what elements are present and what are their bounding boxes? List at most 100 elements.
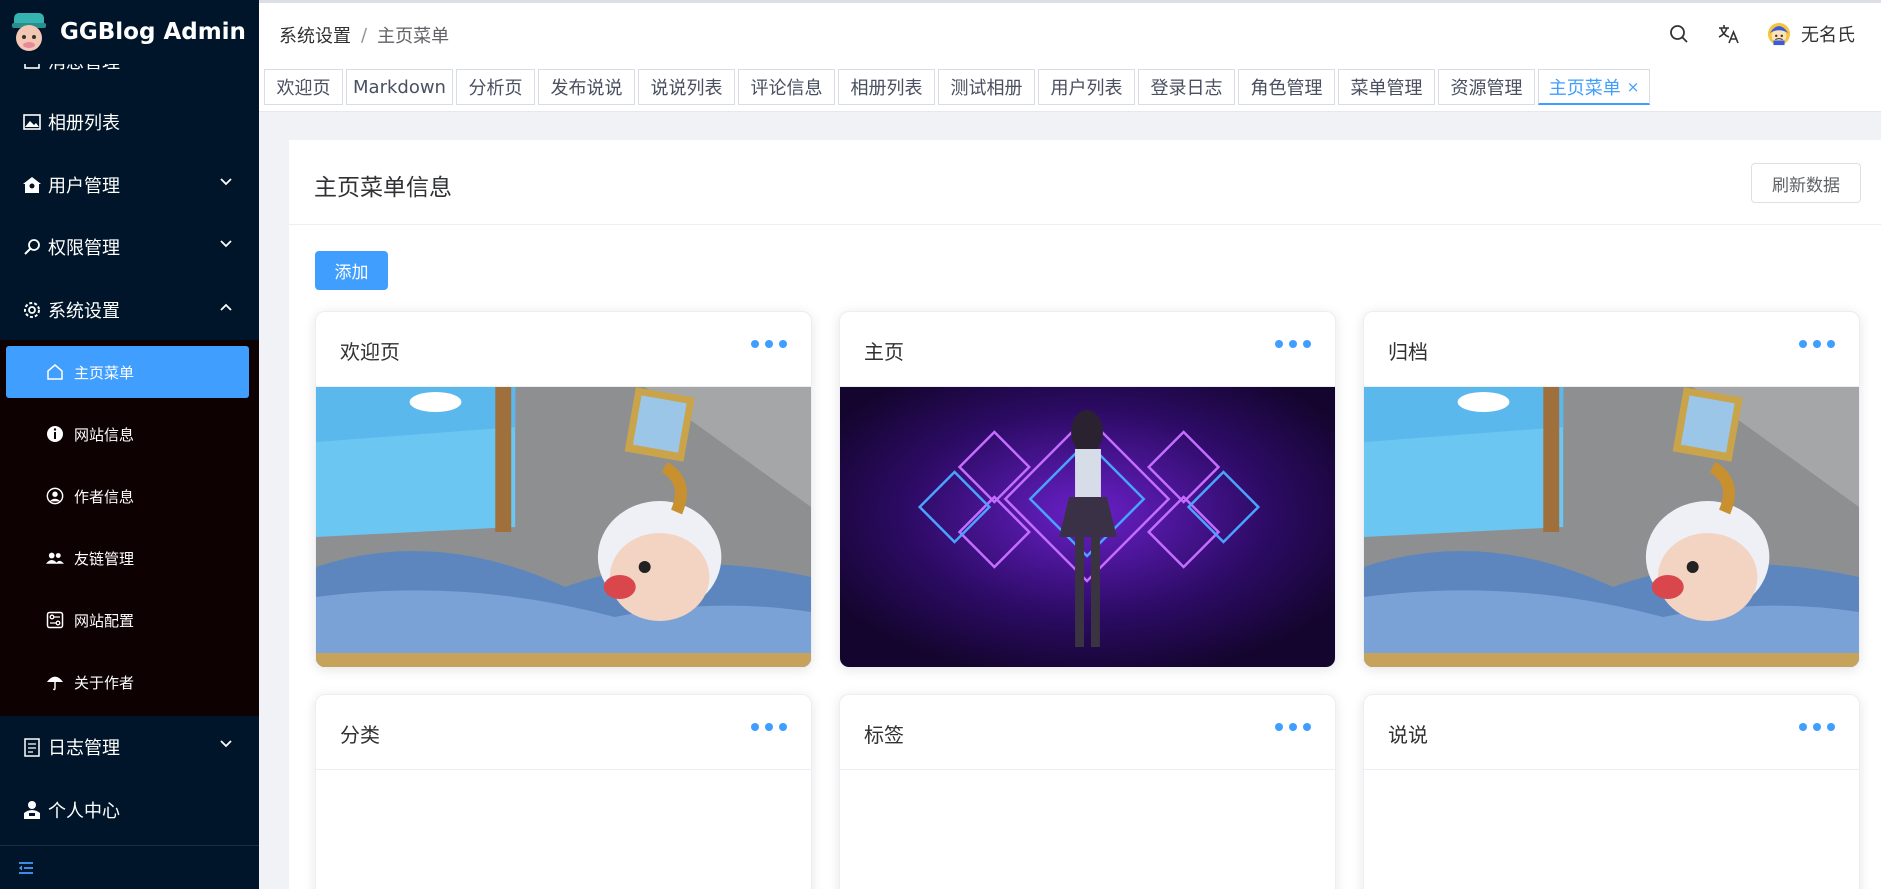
- tabs-bar: 欢迎页 Markdown 分析页 发布说说 说说列表 评论信息 相册列表 测试相…: [259, 64, 1881, 112]
- refresh-button[interactable]: 刷新数据: [1751, 163, 1861, 203]
- chevron-down-icon: [220, 740, 232, 748]
- more-icon[interactable]: [745, 340, 787, 348]
- card-header: 主页菜单信息 刷新数据: [289, 140, 1881, 225]
- tab-label: Markdown: [353, 76, 446, 98]
- tab-resource-management[interactable]: 资源管理: [1438, 69, 1535, 105]
- username[interactable]: 无名氏: [1801, 21, 1855, 47]
- menu-card-title: 主页: [864, 340, 904, 364]
- cartoon-sheep-image: [316, 387, 811, 667]
- sidebar-item-label: 系统设置: [48, 301, 120, 322]
- menu-card-header: 分类: [316, 695, 811, 770]
- key-icon: [22, 237, 42, 257]
- sidebar-item-label: 日志管理: [48, 738, 120, 759]
- sidebar: 消息管理 GGBlog Admin 相册列表 用户管理 权限管理: [0, 0, 259, 889]
- sidebar-item-permissions[interactable]: 权限管理: [0, 216, 259, 278]
- tab-label: 欢迎页: [276, 78, 331, 99]
- top-header: 系统设置 / 主页菜单 无名氏: [259, 0, 1881, 64]
- gear-icon: [22, 300, 42, 320]
- more-icon[interactable]: [745, 723, 787, 731]
- search-icon[interactable]: [1667, 22, 1691, 46]
- main-card: 主页菜单信息 刷新数据 添加 欢迎页 主页 归档 分类 标签 说说: [289, 140, 1881, 889]
- submenu-item-site-info[interactable]: 网站信息: [6, 408, 249, 460]
- avatar[interactable]: [1767, 22, 1791, 46]
- umbrella-icon: [46, 673, 64, 691]
- sidebar-item-profile[interactable]: 个人中心: [0, 779, 259, 841]
- tab-album-list[interactable]: 相册列表: [838, 69, 935, 105]
- tab-menu-management[interactable]: 菜单管理: [1338, 69, 1435, 105]
- tab-markdown[interactable]: Markdown: [346, 69, 453, 105]
- breadcrumb-item[interactable]: 系统设置: [279, 22, 351, 48]
- tab-login-log[interactable]: 登录日志: [1138, 69, 1235, 105]
- menu-card-title: 说说: [1388, 723, 1428, 747]
- more-icon[interactable]: [1269, 340, 1311, 348]
- submenu-item-label: 网站配置: [74, 611, 135, 630]
- app-title: GGBlog Admin: [60, 19, 246, 45]
- tab-label: 主页菜单: [1548, 77, 1621, 99]
- user-circle-icon: [46, 487, 64, 505]
- tab-label: 用户列表: [1050, 78, 1123, 99]
- menu-card-header: 归档: [1364, 312, 1859, 387]
- submenu-item-label: 友链管理: [74, 549, 135, 568]
- submenu-item-about-author[interactable]: 关于作者: [6, 656, 249, 708]
- tab-home-menu[interactable]: 主页菜单 ×: [1538, 69, 1650, 105]
- more-icon[interactable]: [1793, 340, 1835, 348]
- breadcrumb-current: 主页菜单: [377, 26, 450, 47]
- neon-girl-image: [840, 387, 1335, 667]
- menu-card-header: 标签: [840, 695, 1335, 770]
- menu-card-header: 主页: [840, 312, 1335, 387]
- menu-card[interactable]: 主页: [839, 311, 1336, 668]
- menu-fold-icon[interactable]: [18, 861, 34, 875]
- tab-label: 菜单管理: [1350, 78, 1423, 99]
- logo[interactable]: GGBlog Admin: [0, 0, 259, 64]
- tab-label: 评论信息: [750, 78, 823, 99]
- breadcrumb: 系统设置 / 主页菜单: [279, 22, 449, 48]
- user-group-icon: [22, 175, 42, 195]
- collapse-bar: [0, 845, 259, 889]
- config-icon: [46, 611, 64, 629]
- tab-label: 分析页: [468, 78, 523, 99]
- document-icon: [22, 737, 42, 757]
- tab-welcome[interactable]: 欢迎页: [264, 69, 343, 105]
- tab-test-album[interactable]: 测试相册: [938, 69, 1035, 105]
- tab-talk-list[interactable]: 说说列表: [638, 69, 735, 105]
- submenu-item-label: 主页菜单: [74, 363, 135, 382]
- tab-role-management[interactable]: 角色管理: [1238, 69, 1335, 105]
- tab-label: 发布说说: [550, 78, 623, 99]
- tab-publish-talk[interactable]: 发布说说: [538, 69, 635, 105]
- menu-card[interactable]: 归档: [1363, 311, 1860, 668]
- menu-card[interactable]: 分类: [315, 694, 812, 889]
- page-title: 主页菜单信息: [314, 175, 452, 201]
- submenu-item-author-info[interactable]: 作者信息: [6, 470, 249, 522]
- menu-card-header: 欢迎页: [316, 312, 811, 387]
- submenu-item-friend-links[interactable]: 友链管理: [6, 532, 249, 584]
- home-icon: [46, 363, 64, 381]
- menu-card-title: 分类: [340, 723, 380, 747]
- submenu-item-site-config[interactable]: 网站配置: [6, 594, 249, 646]
- system-submenu: 主页菜单 网站信息 作者信息 友链管理 网站配置 关于作者: [0, 340, 259, 716]
- tab-analysis[interactable]: 分析页: [456, 69, 535, 105]
- menu-card-header: 说说: [1364, 695, 1859, 770]
- menu-card[interactable]: 标签: [839, 694, 1336, 889]
- submenu-item-home-menu[interactable]: 主页菜单: [6, 346, 249, 398]
- menu-card[interactable]: 说说: [1363, 694, 1860, 889]
- tab-label: 角色管理: [1250, 78, 1323, 99]
- sidebar-item-users[interactable]: 用户管理: [0, 154, 259, 216]
- sidebar-item-logs[interactable]: 日志管理: [0, 716, 259, 778]
- sidebar-item-albums[interactable]: 相册列表: [0, 91, 259, 153]
- more-icon[interactable]: [1793, 723, 1835, 731]
- tab-user-list[interactable]: 用户列表: [1038, 69, 1135, 105]
- close-icon[interactable]: ×: [1627, 78, 1640, 96]
- logo-icon: [12, 13, 46, 51]
- translate-icon[interactable]: [1717, 22, 1741, 46]
- add-button[interactable]: 添加: [315, 251, 388, 290]
- breadcrumb-separator: /: [361, 24, 368, 46]
- sidebar-item-system[interactable]: 系统设置: [0, 279, 259, 341]
- tab-label: 登录日志: [1150, 78, 1223, 99]
- submenu-item-label: 关于作者: [74, 673, 135, 692]
- sidebar-item-label: 个人中心: [48, 801, 120, 822]
- menu-card[interactable]: 欢迎页: [315, 311, 812, 668]
- more-icon[interactable]: [1269, 723, 1311, 731]
- cartoon-sheep-image: [1364, 387, 1859, 667]
- menu-card-title: 归档: [1388, 340, 1428, 364]
- tab-comments[interactable]: 评论信息: [738, 69, 835, 105]
